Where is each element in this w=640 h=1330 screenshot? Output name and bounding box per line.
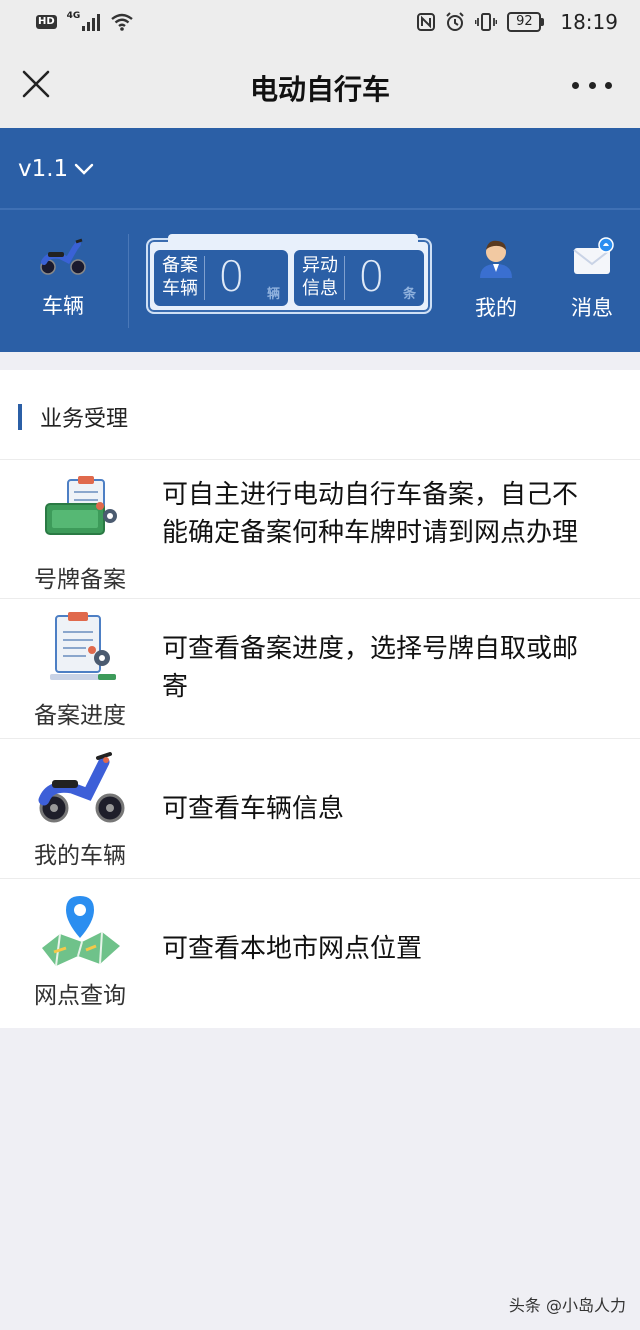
section-accent-bar <box>18 404 22 430</box>
wifi-icon <box>111 13 134 31</box>
status-bar: HD 4G 92 18:19 <box>0 0 640 44</box>
section-header: 业务受理 <box>0 370 640 460</box>
service-my-vehicle[interactable]: 我的车辆 可查看车辆信息 <box>0 740 640 879</box>
network-type: 4G <box>66 11 81 21</box>
more-options-button[interactable] <box>572 72 612 98</box>
battery-level: 92 <box>507 12 542 32</box>
service-name: 网点查询 <box>34 983 126 1009</box>
service-description: 可查看备案进度，选择号牌自取或邮寄 <box>162 634 579 702</box>
service-outlet-search[interactable]: 网点查询 可查看本地市网点位置 <box>0 880 640 1019</box>
hd-badge: HD <box>36 15 57 29</box>
dot-icon <box>605 81 612 89</box>
counter-label: 异动信息 <box>302 255 338 299</box>
service-name: 备案进度 <box>34 703 126 729</box>
registered-vehicles-counter[interactable]: 备案车辆 0 辆 <box>154 250 288 306</box>
stats-card: 备案车辆 0 辆 异动信息 0 条 <box>146 234 432 314</box>
nav-messages[interactable]: 消息 <box>547 236 637 322</box>
vibrate-icon <box>475 13 498 31</box>
nav-mine[interactable]: 我的 <box>451 236 541 322</box>
section-title: 业务受理 <box>40 407 129 432</box>
signal-icon <box>82 13 101 31</box>
nav-mine-label: 我的 <box>475 296 517 320</box>
service-description: 可查看本地市网点位置 <box>162 934 423 964</box>
map-pin-icon <box>42 896 120 967</box>
battery-icon: 92 <box>507 12 545 32</box>
counter-value: 0 <box>358 252 385 301</box>
service-name: 号牌备案 <box>34 567 126 593</box>
service-description: 可查看车辆信息 <box>162 794 345 824</box>
counter-label: 备案车辆 <box>162 255 198 299</box>
service-progress[interactable]: 备案进度 可查看备案进度，选择号牌自取或邮寄 <box>0 600 640 739</box>
counter-unit: 辆 <box>266 287 280 302</box>
envelope-icon <box>573 237 614 274</box>
plate-register-icon <box>45 476 117 535</box>
counter-unit: 条 <box>402 287 416 302</box>
page-title: 电动自行车 <box>249 73 390 106</box>
clock: 18:19 <box>560 10 618 34</box>
service-name: 我的车辆 <box>34 843 126 869</box>
clipboard-progress-icon <box>50 612 116 680</box>
chevron-down-icon <box>75 163 94 175</box>
alarm-icon <box>446 12 465 31</box>
dashboard-header: v1.1 车辆 备案车辆 0 辆 异动信息 0 条 我的 消息 <box>0 128 640 352</box>
divider <box>128 234 129 328</box>
watermark: 头条 @小岛人力 <box>508 1296 626 1315</box>
version-label: v1.1 <box>18 156 69 182</box>
nav-vehicle-label: 车辆 <box>42 294 84 318</box>
nav-vehicle[interactable]: 车辆 <box>18 236 108 320</box>
service-description: 可自主进行电动自行车备案，自己不能确定备案何种车牌时请到网点办理 <box>162 480 579 548</box>
service-panel: 业务受理 号牌备案 可自主进行电动自行车备案，自己不能确定备案何种车牌时请到网点… <box>0 370 640 1028</box>
nav-messages-label: 消息 <box>571 296 613 320</box>
version-selector[interactable]: v1.1 <box>18 156 94 182</box>
nfc-icon <box>417 13 436 31</box>
counter-value: 0 <box>218 252 245 301</box>
scooter-icon <box>40 238 86 275</box>
scooter-icon <box>38 752 125 823</box>
title-bar: 电动自行车 <box>0 44 640 128</box>
dot-icon <box>572 81 579 89</box>
user-avatar-icon <box>480 240 512 278</box>
change-info-counter[interactable]: 异动信息 0 条 <box>294 250 424 306</box>
dot-icon <box>588 81 596 89</box>
divider <box>0 208 640 210</box>
service-plate-register[interactable]: 号牌备案 可自主进行电动自行车备案，自己不能确定备案何种车牌时请到网点办理 <box>0 460 640 599</box>
